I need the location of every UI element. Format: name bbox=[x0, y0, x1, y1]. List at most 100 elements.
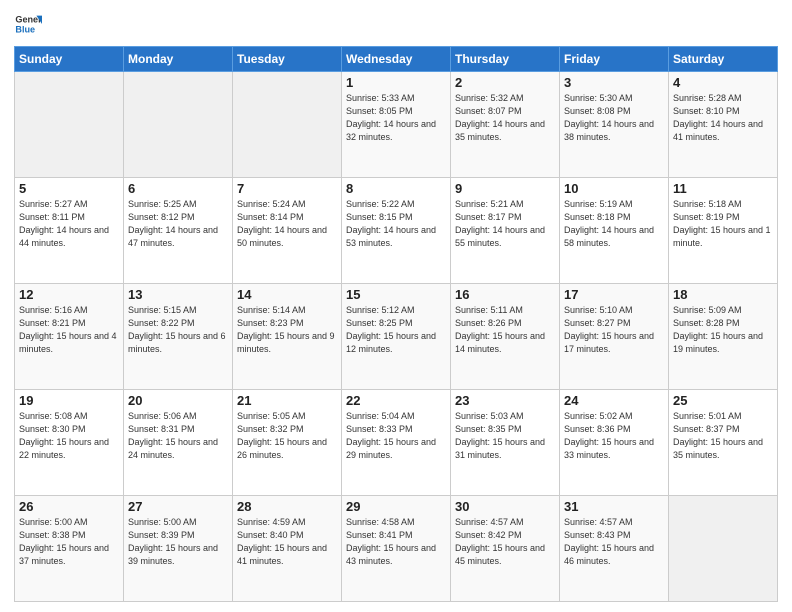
day-number: 5 bbox=[19, 181, 119, 196]
day-number: 15 bbox=[346, 287, 446, 302]
calendar-cell: 4 Sunrise: 5:28 AMSunset: 8:10 PMDaylight… bbox=[669, 72, 778, 178]
calendar-table: SundayMondayTuesdayWednesdayThursdayFrid… bbox=[14, 46, 778, 602]
day-number: 21 bbox=[237, 393, 337, 408]
calendar-cell: 31 Sunrise: 4:57 AMSunset: 8:43 PMDayligh… bbox=[560, 496, 669, 602]
day-number: 22 bbox=[346, 393, 446, 408]
calendar-cell: 20 Sunrise: 5:06 AMSunset: 8:31 PMDayligh… bbox=[124, 390, 233, 496]
day-info: Sunrise: 5:15 AMSunset: 8:22 PMDaylight:… bbox=[128, 304, 228, 356]
day-number: 3 bbox=[564, 75, 664, 90]
day-number: 20 bbox=[128, 393, 228, 408]
logo: General Blue bbox=[14, 10, 42, 38]
weekday-header-sunday: Sunday bbox=[15, 47, 124, 72]
calendar-cell: 21Sunrise: 5:05 AMSunset: 8:32 PMDayligh… bbox=[233, 390, 342, 496]
day-number: 16 bbox=[455, 287, 555, 302]
calendar-cell: 28 Sunrise: 4:59 AMSunset: 8:40 PMDayligh… bbox=[233, 496, 342, 602]
calendar-cell: 29Sunrise: 4:58 AMSunset: 8:41 PMDayligh… bbox=[342, 496, 451, 602]
day-info: Sunrise: 5:33 AMSunset: 8:05 PMDaylight:… bbox=[346, 92, 446, 144]
calendar-cell: 8 Sunrise: 5:22 AMSunset: 8:15 PMDaylight… bbox=[342, 178, 451, 284]
day-number: 2 bbox=[455, 75, 555, 90]
day-info: Sunrise: 5:10 AMSunset: 8:27 PMDaylight:… bbox=[564, 304, 664, 356]
logo-icon: General Blue bbox=[14, 10, 42, 38]
weekday-header-thursday: Thursday bbox=[451, 47, 560, 72]
week-row-5: 26 Sunrise: 5:00 AMSunset: 8:38 PMDayligh… bbox=[15, 496, 778, 602]
calendar-cell: 5 Sunrise: 5:27 AMSunset: 8:11 PMDaylight… bbox=[15, 178, 124, 284]
weekday-header-monday: Monday bbox=[124, 47, 233, 72]
day-info: Sunrise: 5:16 AMSunset: 8:21 PMDaylight:… bbox=[19, 304, 119, 356]
day-info: Sunrise: 5:24 AMSunset: 8:14 PMDaylight:… bbox=[237, 198, 337, 250]
day-number: 26 bbox=[19, 499, 119, 514]
week-row-1: 1Sunrise: 5:33 AMSunset: 8:05 PMDaylight… bbox=[15, 72, 778, 178]
day-info: Sunrise: 4:58 AMSunset: 8:41 PMDaylight:… bbox=[346, 516, 446, 568]
day-info: Sunrise: 5:18 AMSunset: 8:19 PMDaylight:… bbox=[673, 198, 773, 250]
day-info: Sunrise: 5:32 AMSunset: 8:07 PMDaylight:… bbox=[455, 92, 555, 144]
day-number: 9 bbox=[455, 181, 555, 196]
calendar-cell: 15 Sunrise: 5:12 AMSunset: 8:25 PMDayligh… bbox=[342, 284, 451, 390]
calendar-cell: 17 Sunrise: 5:10 AMSunset: 8:27 PMDayligh… bbox=[560, 284, 669, 390]
day-info: Sunrise: 5:08 AMSunset: 8:30 PMDaylight:… bbox=[19, 410, 119, 462]
day-number: 19 bbox=[19, 393, 119, 408]
day-info: Sunrise: 5:14 AMSunset: 8:23 PMDaylight:… bbox=[237, 304, 337, 356]
week-row-4: 19 Sunrise: 5:08 AMSunset: 8:30 PMDayligh… bbox=[15, 390, 778, 496]
calendar-cell: 11 Sunrise: 5:18 AMSunset: 8:19 PMDayligh… bbox=[669, 178, 778, 284]
calendar-cell: 14Sunrise: 5:14 AMSunset: 8:23 PMDayligh… bbox=[233, 284, 342, 390]
calendar-cell bbox=[124, 72, 233, 178]
day-info: Sunrise: 5:21 AMSunset: 8:17 PMDaylight:… bbox=[455, 198, 555, 250]
week-row-2: 5 Sunrise: 5:27 AMSunset: 8:11 PMDaylight… bbox=[15, 178, 778, 284]
day-info: Sunrise: 5:28 AMSunset: 8:10 PMDaylight:… bbox=[673, 92, 773, 144]
day-number: 12 bbox=[19, 287, 119, 302]
day-number: 8 bbox=[346, 181, 446, 196]
calendar-cell: 10 Sunrise: 5:19 AMSunset: 8:18 PMDayligh… bbox=[560, 178, 669, 284]
day-number: 31 bbox=[564, 499, 664, 514]
day-info: Sunrise: 5:00 AMSunset: 8:38 PMDaylight:… bbox=[19, 516, 119, 568]
calendar-cell: 23 Sunrise: 5:03 AMSunset: 8:35 PMDayligh… bbox=[451, 390, 560, 496]
day-info: Sunrise: 4:57 AMSunset: 8:42 PMDaylight:… bbox=[455, 516, 555, 568]
page: General Blue SundayMondayTuesdayWednesda… bbox=[0, 0, 792, 612]
svg-text:Blue: Blue bbox=[15, 24, 35, 34]
day-info: Sunrise: 4:57 AMSunset: 8:43 PMDaylight:… bbox=[564, 516, 664, 568]
calendar-cell: 7 Sunrise: 5:24 AMSunset: 8:14 PMDaylight… bbox=[233, 178, 342, 284]
day-number: 13 bbox=[128, 287, 228, 302]
day-number: 27 bbox=[128, 499, 228, 514]
day-number: 24 bbox=[564, 393, 664, 408]
day-info: Sunrise: 5:22 AMSunset: 8:15 PMDaylight:… bbox=[346, 198, 446, 250]
calendar-cell: 30Sunrise: 4:57 AMSunset: 8:42 PMDayligh… bbox=[451, 496, 560, 602]
calendar-cell: 16Sunrise: 5:11 AMSunset: 8:26 PMDayligh… bbox=[451, 284, 560, 390]
weekday-header-saturday: Saturday bbox=[669, 47, 778, 72]
day-info: Sunrise: 5:09 AMSunset: 8:28 PMDaylight:… bbox=[673, 304, 773, 356]
day-info: Sunrise: 5:19 AMSunset: 8:18 PMDaylight:… bbox=[564, 198, 664, 250]
week-row-3: 12 Sunrise: 5:16 AMSunset: 8:21 PMDayligh… bbox=[15, 284, 778, 390]
calendar-cell: 6Sunrise: 5:25 AMSunset: 8:12 PMDaylight… bbox=[124, 178, 233, 284]
calendar-cell bbox=[669, 496, 778, 602]
calendar-cell: 26 Sunrise: 5:00 AMSunset: 8:38 PMDayligh… bbox=[15, 496, 124, 602]
weekday-header-wednesday: Wednesday bbox=[342, 47, 451, 72]
weekday-header-friday: Friday bbox=[560, 47, 669, 72]
day-number: 4 bbox=[673, 75, 773, 90]
day-info: Sunrise: 5:02 AMSunset: 8:36 PMDaylight:… bbox=[564, 410, 664, 462]
day-info: Sunrise: 5:30 AMSunset: 8:08 PMDaylight:… bbox=[564, 92, 664, 144]
calendar-cell: 24 Sunrise: 5:02 AMSunset: 8:36 PMDayligh… bbox=[560, 390, 669, 496]
day-number: 17 bbox=[564, 287, 664, 302]
day-info: Sunrise: 5:00 AMSunset: 8:39 PMDaylight:… bbox=[128, 516, 228, 568]
header: General Blue bbox=[14, 10, 778, 38]
day-info: Sunrise: 5:25 AMSunset: 8:12 PMDaylight:… bbox=[128, 198, 228, 250]
calendar-cell: 13 Sunrise: 5:15 AMSunset: 8:22 PMDayligh… bbox=[124, 284, 233, 390]
day-number: 18 bbox=[673, 287, 773, 302]
day-info: Sunrise: 5:01 AMSunset: 8:37 PMDaylight:… bbox=[673, 410, 773, 462]
day-number: 10 bbox=[564, 181, 664, 196]
day-number: 23 bbox=[455, 393, 555, 408]
calendar-cell bbox=[233, 72, 342, 178]
calendar-cell bbox=[15, 72, 124, 178]
day-number: 28 bbox=[237, 499, 337, 514]
day-info: Sunrise: 5:27 AMSunset: 8:11 PMDaylight:… bbox=[19, 198, 119, 250]
day-number: 7 bbox=[237, 181, 337, 196]
day-number: 25 bbox=[673, 393, 773, 408]
day-info: Sunrise: 4:59 AMSunset: 8:40 PMDaylight:… bbox=[237, 516, 337, 568]
calendar-cell: 2 Sunrise: 5:32 AMSunset: 8:07 PMDaylight… bbox=[451, 72, 560, 178]
day-info: Sunrise: 5:04 AMSunset: 8:33 PMDaylight:… bbox=[346, 410, 446, 462]
day-number: 11 bbox=[673, 181, 773, 196]
day-info: Sunrise: 5:06 AMSunset: 8:31 PMDaylight:… bbox=[128, 410, 228, 462]
calendar-cell: 19 Sunrise: 5:08 AMSunset: 8:30 PMDayligh… bbox=[15, 390, 124, 496]
day-info: Sunrise: 5:03 AMSunset: 8:35 PMDaylight:… bbox=[455, 410, 555, 462]
day-info: Sunrise: 5:12 AMSunset: 8:25 PMDaylight:… bbox=[346, 304, 446, 356]
calendar-cell: 27 Sunrise: 5:00 AMSunset: 8:39 PMDayligh… bbox=[124, 496, 233, 602]
